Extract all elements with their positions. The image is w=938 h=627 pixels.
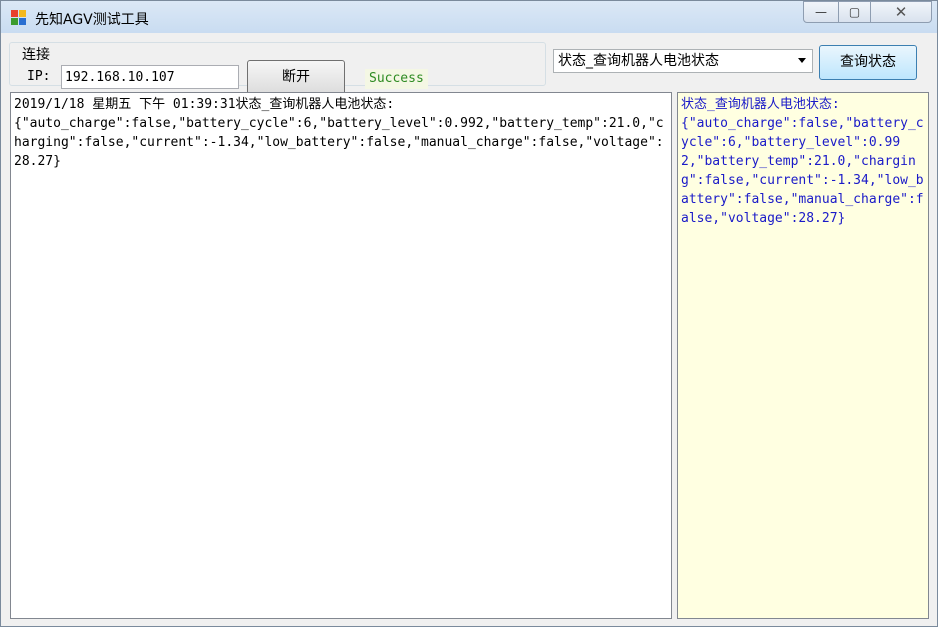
app-icon (11, 10, 27, 26)
result-output[interactable]: 状态_查询机器人电池状态: {"auto_charge":false,"batte… (677, 92, 929, 619)
command-select[interactable]: 状态_查询机器人电池状态 (553, 49, 813, 73)
log-header: 2019/1/18 星期五 下午 01:39:31状态_查询机器人电池状态: (14, 97, 395, 112)
minimize-icon: — (815, 5, 827, 19)
client-area: 连接 IP: 断开 Success 状态_查询机器人电池状态 查询状态 2019… (8, 33, 930, 621)
minimize-button[interactable]: — (803, 1, 839, 23)
window-title: 先知AGV测试工具 (35, 12, 149, 28)
connection-group: 连接 IP: 断开 Success (9, 42, 546, 95)
connection-group-label: 连接 (20, 44, 52, 64)
app-window: 先知AGV测试工具 — ▢ ✕ 连接 IP: 断开 Success 状态_查询机… (0, 0, 938, 627)
log-body: {"auto_charge":false,"battery_cycle":6,"… (14, 116, 664, 169)
ip-label: IP: (27, 69, 51, 84)
title-bar[interactable]: 先知AGV测试工具 — ▢ ✕ (1, 1, 937, 33)
dropdown-arrow-icon (798, 58, 806, 63)
disconnect-button[interactable]: 断开 (247, 60, 345, 95)
maximize-button[interactable]: ▢ (838, 1, 871, 23)
maximize-icon: ▢ (848, 5, 861, 19)
close-icon: ✕ (894, 3, 908, 21)
log-output[interactable]: 2019/1/18 星期五 下午 01:39:31状态_查询机器人电池状态: {"… (10, 92, 672, 619)
command-select-value: 状态_查询机器人电池状态 (558, 53, 719, 69)
query-status-button[interactable]: 查询状态 (819, 45, 917, 80)
result-header: 状态_查询机器人电池状态: (681, 97, 840, 112)
close-button[interactable]: ✕ (870, 1, 932, 23)
connection-status: Success (365, 69, 428, 89)
result-body: {"auto_charge":false,"battery_cycle":6,"… (681, 116, 924, 226)
ip-input[interactable] (61, 65, 239, 89)
